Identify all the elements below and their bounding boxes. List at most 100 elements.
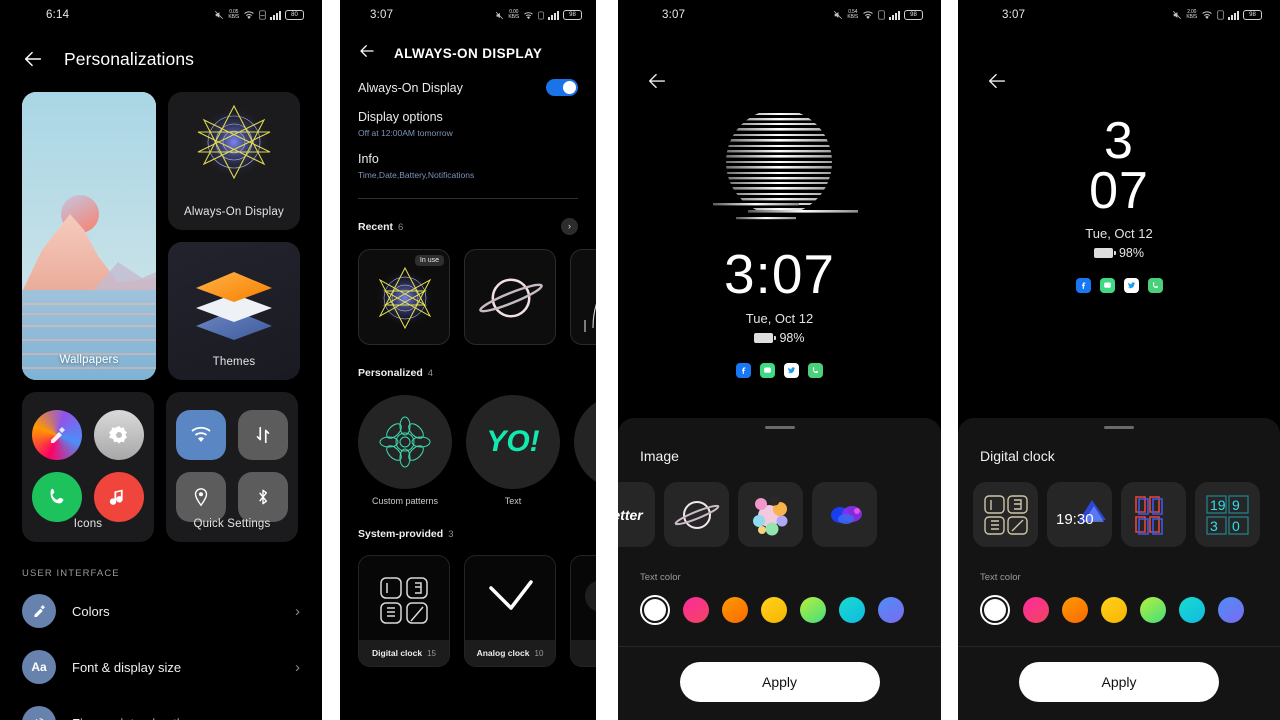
system-item-caption [571,640,596,666]
system-item-analog-clock[interactable]: Analog clock 10 [464,555,556,667]
black-hole-art [479,278,543,318]
outline-digits-icon [983,494,1028,535]
twitter-icon[interactable] [1123,277,1139,293]
system-provided-section-title: System-provided [358,528,444,540]
swatch-green[interactable] [1140,597,1166,623]
text-art-circle: YO! [466,395,560,489]
image-option-neon-blob[interactable] [812,482,877,547]
battery-indicator: 98 [904,10,923,20]
swatch-white-selected[interactable] [640,595,670,625]
recent-section-more-icon[interactable]: › [561,217,578,235]
wallpapers-card[interactable]: Wallpapers [22,92,156,380]
clock-option-isometric[interactable] [1121,482,1186,547]
mobile-data-tile-icon [238,410,288,460]
aod-date: Tue, Oct 12 [1085,225,1153,241]
text-color-swatches [958,583,1280,625]
icons-card-label: Icons [73,518,103,530]
wallpaper-preview-art [22,92,156,380]
image-option-label: Better [618,506,643,523]
swatch-pink[interactable] [683,597,709,623]
status-time: 3:07 [662,9,686,21]
layers-art [196,272,272,340]
display-options-row[interactable]: Display options [340,96,596,124]
mute-icon [833,10,843,20]
quick-settings-card[interactable]: Quick Settings [166,392,298,542]
system-provided-section-header: System-provided 3 [340,506,596,542]
always-on-display-toggle[interactable] [546,79,578,96]
system-provided-section-count: 3 [448,529,454,540]
info-row[interactable]: Info [340,138,596,166]
personalized-section-header: Personalized 4 [340,345,596,381]
chevron-right-icon: › [295,602,300,620]
toggle-row-label: Always-On Display [358,80,463,95]
always-on-display-card-label: Always-On Display [184,206,284,218]
twitter-icon[interactable] [784,363,799,379]
preview-back-button[interactable] [958,30,1280,97]
swatch-yellow[interactable] [1101,597,1127,623]
phone-icon[interactable] [1147,277,1163,293]
sheet-footer: Apply [618,646,941,720]
outline-digits-art [380,577,428,624]
text-color-swatches [618,583,941,625]
settings-row-fingerprint-animation[interactable]: Fingerprint animation › [0,695,322,720]
aod-clock: 3:07 Tue, Oct 12 98% [618,246,941,379]
aod-app-shortcuts [958,277,1280,293]
swatch-cyan[interactable] [839,597,865,623]
apply-button[interactable]: Apply [679,662,880,702]
messages-icon[interactable] [760,363,775,379]
swatch-orange[interactable] [1062,597,1088,623]
recent-thumb-black-hole[interactable] [464,249,556,345]
bluetooth-tile-icon [238,472,288,522]
swatch-blue[interactable] [1218,597,1244,623]
aod-date: Tue, Oct 12 [745,311,814,327]
settings-row-font-display-size[interactable]: Aa Font & display size › [0,639,322,695]
swatch-orange[interactable] [722,597,748,623]
themes-card-label: Themes [212,356,256,368]
settings-row-colors[interactable]: Colors › [0,583,322,639]
system-provided-items-row: Digital clock 15 Analog clock 10 [340,542,596,667]
settings-row-label: Fingerprint animation [72,716,279,720]
personalized-item-text-y[interactable]: Y Text [574,395,596,506]
swatch-yellow[interactable] [761,597,787,623]
facebook-icon[interactable] [1075,277,1091,293]
phone-icon [32,472,82,522]
data-speed-indicator: 0.54 KB/S [847,9,858,20]
messages-icon[interactable] [1099,277,1115,293]
swatch-pink[interactable] [1023,597,1049,623]
sheet-title: Image [640,448,679,464]
swatch-white-selected[interactable] [980,595,1010,625]
swatch-cyan[interactable] [1179,597,1205,623]
recent-section-header: Recent 6 › [340,199,596,235]
clock-option-mountain[interactable]: 19:30 [1047,482,1112,547]
starburst-art [197,104,271,180]
swatch-green[interactable] [800,597,826,623]
personalized-item-custom-patterns[interactable]: Custom patterns [358,395,452,506]
facebook-icon[interactable] [736,363,751,379]
phone-icon[interactable] [808,363,823,379]
image-option-bubbles[interactable] [738,482,803,547]
back-icon[interactable] [358,42,376,65]
system-item-digital-clock[interactable]: Digital clock 15 [358,555,450,667]
personalized-item-text-yo[interactable]: YO! Text [466,395,560,506]
always-on-display-toggle-row[interactable]: Always-On Display [340,65,596,96]
apply-button[interactable]: Apply [1019,662,1219,702]
clock-option-outline[interactable] [973,482,1038,547]
clock-option-neon[interactable]: 19 9 3 0 [1195,482,1260,547]
swatch-blue[interactable] [878,597,904,623]
image-option-better[interactable]: Better [618,482,655,547]
image-option-black-hole[interactable] [664,482,729,547]
back-icon[interactable] [22,48,44,70]
image-options-row: Better [618,464,941,547]
in-use-badge: In use [414,255,444,266]
page-header: ALWAYS-ON DISPLAY [340,30,596,65]
recent-thumb-line-art[interactable] [570,249,596,345]
aod-app-shortcuts [618,363,941,379]
system-item-third[interactable] [570,555,596,667]
info-subtitle: Time,Date,Battery,Notifications [358,170,475,180]
text-art-circle: Y [574,395,596,489]
themes-card[interactable]: Themes [168,242,300,380]
icons-card[interactable]: Icons [22,392,154,542]
preview-back-button[interactable] [618,30,941,97]
always-on-display-card[interactable]: Always-On Display [168,92,300,230]
recent-thumb-starburst[interactable]: In use [358,249,450,345]
